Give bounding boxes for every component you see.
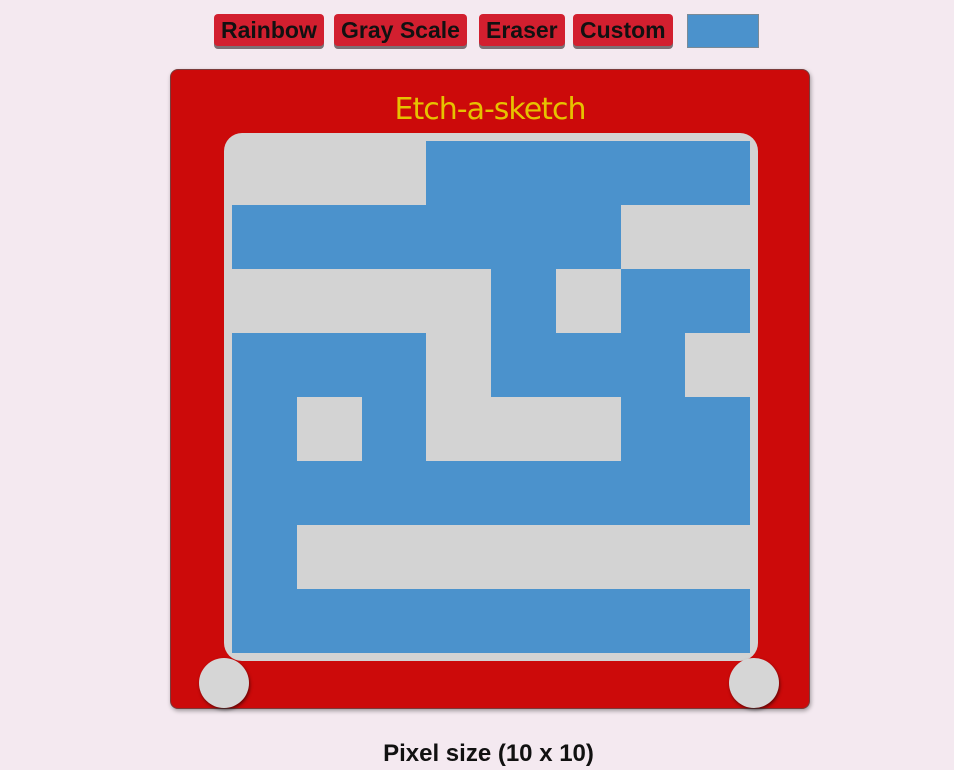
pixel-cell[interactable] — [232, 525, 297, 589]
pixel-cell[interactable] — [620, 205, 686, 269]
pixel-cell[interactable] — [491, 525, 556, 589]
pixel-cell[interactable] — [685, 461, 750, 525]
pixel-cell[interactable] — [620, 269, 686, 333]
pixel-cell[interactable] — [232, 141, 297, 205]
color-picker[interactable] — [687, 14, 759, 48]
pixel-cell[interactable] — [232, 461, 297, 525]
pixel-cell[interactable] — [361, 333, 427, 397]
pixel-cell[interactable] — [555, 397, 621, 461]
pixel-cell[interactable] — [491, 461, 556, 525]
pixel-cell[interactable] — [426, 589, 491, 653]
pixel-cell[interactable] — [361, 461, 427, 525]
pixel-cell[interactable] — [232, 589, 297, 653]
pixel-cell[interactable] — [232, 269, 297, 333]
left-knob[interactable] — [199, 658, 249, 708]
pixel-cell[interactable] — [555, 333, 621, 397]
pixel-cell[interactable] — [296, 461, 362, 525]
pixel-cell[interactable] — [296, 397, 362, 461]
pixel-cell[interactable] — [361, 269, 427, 333]
pixel-cell[interactable] — [555, 141, 621, 205]
pixel-cell[interactable] — [296, 589, 362, 653]
pixel-cell[interactable] — [491, 141, 556, 205]
pixel-cell[interactable] — [685, 141, 750, 205]
pixel-cell[interactable] — [685, 397, 750, 461]
pixel-cell[interactable] — [620, 141, 686, 205]
grayscale-button[interactable]: Gray Scale — [334, 14, 467, 46]
pixel-cell[interactable] — [491, 269, 556, 333]
pixel-cell[interactable] — [555, 269, 621, 333]
pixel-cell[interactable] — [232, 397, 297, 461]
pixel-cell[interactable] — [426, 333, 491, 397]
pixel-cell[interactable] — [555, 205, 621, 269]
sketch-screen — [224, 133, 758, 661]
pixel-cell[interactable] — [491, 333, 556, 397]
pixel-grid[interactable] — [232, 141, 750, 653]
pixel-cell[interactable] — [491, 205, 556, 269]
pixel-cell[interactable] — [361, 525, 427, 589]
pixel-cell[interactable] — [491, 397, 556, 461]
pixel-cell[interactable] — [620, 397, 686, 461]
pixel-cell[interactable] — [491, 589, 556, 653]
rainbow-button[interactable]: Rainbow — [214, 14, 324, 46]
etch-a-sketch-frame: Etch-a-sketch — [170, 69, 810, 709]
pixel-cell[interactable] — [361, 397, 427, 461]
eraser-button[interactable]: Eraser — [479, 14, 565, 46]
pixel-cell[interactable] — [232, 333, 297, 397]
sketch-title: Etch-a-sketch — [394, 92, 587, 127]
pixel-cell[interactable] — [296, 205, 362, 269]
custom-button[interactable]: Custom — [573, 14, 673, 46]
pixel-cell[interactable] — [361, 141, 427, 205]
pixel-cell[interactable] — [620, 333, 686, 397]
pixel-cell[interactable] — [296, 333, 362, 397]
pixel-size-label: Pixel size (10 x 10) — [383, 740, 594, 767]
pixel-cell[interactable] — [685, 205, 750, 269]
pixel-cell[interactable] — [620, 589, 686, 653]
pixel-cell[interactable] — [555, 461, 621, 525]
pixel-cell[interactable] — [620, 461, 686, 525]
pixel-cell[interactable] — [426, 461, 491, 525]
pixel-cell[interactable] — [426, 269, 491, 333]
pixel-cell[interactable] — [361, 589, 427, 653]
pixel-cell[interactable] — [685, 333, 750, 397]
pixel-cell[interactable] — [426, 397, 491, 461]
pixel-cell[interactable] — [685, 269, 750, 333]
pixel-cell[interactable] — [296, 269, 362, 333]
right-knob[interactable] — [729, 658, 779, 708]
pixel-cell[interactable] — [361, 205, 427, 269]
pixel-cell[interactable] — [426, 141, 491, 205]
pixel-cell[interactable] — [620, 525, 686, 589]
pixel-cell[interactable] — [555, 589, 621, 653]
pixel-cell[interactable] — [685, 525, 750, 589]
pixel-cell[interactable] — [296, 141, 362, 205]
pixel-cell[interactable] — [555, 525, 621, 589]
pixel-cell[interactable] — [685, 589, 750, 653]
pixel-cell[interactable] — [426, 525, 491, 589]
pixel-cell[interactable] — [232, 205, 297, 269]
pixel-cell[interactable] — [426, 205, 491, 269]
pixel-cell[interactable] — [296, 525, 362, 589]
